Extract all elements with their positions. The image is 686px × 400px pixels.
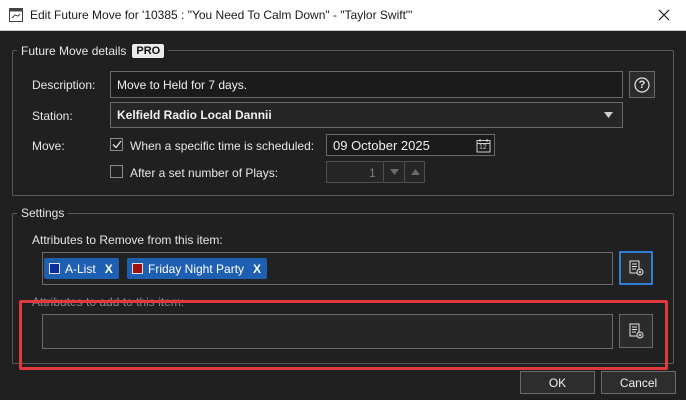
remove-tag-a-list-button[interactable]: X — [105, 262, 113, 276]
settings-legend: Settings — [17, 205, 69, 221]
when-scheduled-checkbox[interactable] — [110, 138, 123, 151]
description-input[interactable]: Move to Held for 7 days. — [110, 71, 623, 98]
cancel-button[interactable]: Cancel — [601, 371, 676, 394]
future-move-legend-text: Future Move details — [21, 44, 127, 58]
plays-value: 1 — [369, 166, 376, 180]
checkmark-icon — [112, 140, 122, 149]
future-move-legend: Future Move details PRO — [17, 43, 169, 59]
help-icon-glyph: ? — [638, 78, 646, 91]
after-plays-checkbox[interactable] — [110, 165, 123, 178]
move-label: Move: — [32, 139, 65, 153]
station-label: Station: — [32, 109, 73, 123]
add-attributes-label: Attributes to add to this item: — [32, 295, 185, 309]
tag-friday-night-party: Friday Night Party X — [127, 258, 268, 279]
date-picker[interactable]: 09 October 2025 12 — [326, 134, 495, 156]
calendar-button[interactable]: 12 — [476, 138, 491, 153]
ok-button[interactable]: OK — [520, 371, 595, 394]
arrow-up-icon — [410, 169, 420, 175]
tag-label: Friday Night Party — [148, 261, 245, 276]
description-value: Move to Held for 7 days. — [117, 77, 248, 92]
attribute-picker-icon — [629, 323, 644, 339]
plays-stepper: 1 — [326, 161, 425, 183]
pick-remove-attributes-button[interactable] — [619, 251, 653, 285]
remove-attributes-label: Attributes to Remove from this item: — [32, 233, 223, 247]
chevron-down-icon — [604, 112, 613, 118]
station-dropdown[interactable]: Kelfield Radio Local Dannii — [110, 102, 623, 128]
tag-a-list: A-List X — [44, 258, 119, 279]
pro-badge: PRO — [132, 44, 165, 58]
title-bar: Edit Future Move for '10385 : "You Need … — [0, 0, 686, 31]
remove-tag-friday-button[interactable]: X — [253, 262, 261, 276]
tag-label: A-List — [65, 261, 96, 276]
tag-color-swatch — [49, 263, 60, 274]
plays-decrement-button — [383, 162, 404, 182]
window-title: Edit Future Move for '10385 : "You Need … — [30, 8, 413, 22]
close-button[interactable] — [642, 0, 686, 30]
when-scheduled-label[interactable]: When a specific time is scheduled: — [130, 139, 314, 153]
plays-increment-button — [404, 162, 425, 182]
calendar-day: 12 — [479, 144, 487, 151]
pick-add-attributes-button[interactable] — [619, 314, 653, 348]
add-attributes-box[interactable] — [42, 314, 613, 349]
close-icon — [658, 9, 670, 21]
attribute-picker-icon — [629, 260, 644, 276]
description-label: Description: — [32, 78, 96, 92]
settings-legend-text: Settings — [21, 206, 65, 220]
app-window-icon — [9, 8, 23, 22]
help-button[interactable]: ? — [629, 71, 655, 98]
after-plays-label[interactable]: After a set number of Plays: — [130, 166, 278, 180]
tag-color-swatch — [132, 263, 143, 274]
station-value: Kelfield Radio Local Dannii — [117, 108, 272, 122]
arrow-down-icon — [389, 169, 399, 175]
date-value: 09 October 2025 — [333, 137, 430, 153]
